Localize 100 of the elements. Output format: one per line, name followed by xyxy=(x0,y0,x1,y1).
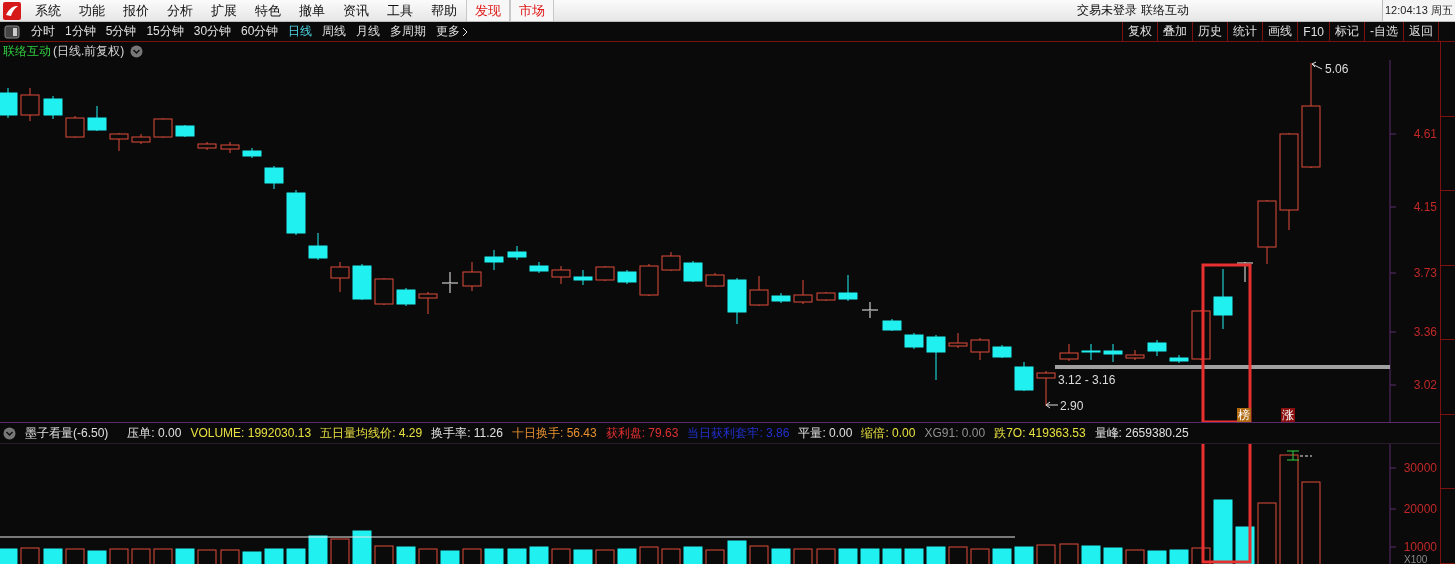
candlestick xyxy=(1103,343,1123,363)
candlestick xyxy=(705,272,725,288)
menu-item[interactable]: 功能 xyxy=(70,0,114,21)
candlestick xyxy=(43,95,63,120)
candlestick xyxy=(727,277,747,325)
volume-bar xyxy=(683,546,703,564)
indicator-value: 十日换手: 56.43 xyxy=(511,424,597,442)
volume-bar xyxy=(175,548,195,564)
indicator-value: VOLUME: 1992030.13 xyxy=(190,426,312,440)
toolbar-button[interactable]: -自选 xyxy=(1364,22,1403,41)
price-range-label: 3.12 - 3.16 xyxy=(1058,373,1116,387)
dropdown-icon[interactable] xyxy=(3,426,16,440)
menu-item[interactable]: 资讯 xyxy=(334,0,378,21)
volume-bar xyxy=(43,548,63,564)
period-tab[interactable]: 日线 xyxy=(283,23,318,40)
period-tab[interactable]: 周线 xyxy=(317,23,352,40)
candlestick xyxy=(175,124,195,138)
candlestick xyxy=(816,291,836,302)
volume-bar xyxy=(573,549,593,564)
candlestick xyxy=(441,271,459,294)
stock-name: 联络互动 xyxy=(3,42,51,60)
candlestick xyxy=(1236,261,1254,283)
candlestick xyxy=(529,261,549,274)
event-badge[interactable]: 涨 xyxy=(1281,408,1295,422)
menu-item[interactable]: 帮助 xyxy=(422,0,466,21)
menu-item[interactable]: 工具 xyxy=(378,0,422,21)
candlestick xyxy=(20,87,40,122)
event-badge[interactable]: 榜 xyxy=(1237,408,1251,422)
indicator-value: 平量: 0.00 xyxy=(798,424,853,442)
toolbar-button[interactable]: 标记 xyxy=(1329,22,1364,41)
volume-bar xyxy=(727,540,747,564)
price-axis-label: 4.15 xyxy=(1413,200,1437,214)
indicator-value: 当日获利套牢: 3.86 xyxy=(687,424,790,442)
peak-marker xyxy=(1286,450,1313,461)
volume-bar xyxy=(396,546,416,564)
volume-bar xyxy=(1147,550,1167,564)
menu-item[interactable]: 特色 xyxy=(246,0,290,21)
volume-bar xyxy=(352,530,372,564)
candlestick xyxy=(131,133,151,145)
candlestick xyxy=(286,189,306,236)
volume-bar xyxy=(904,548,924,564)
volume-unit-label: X100 xyxy=(1404,554,1428,564)
period-tab[interactable]: 1分钟 xyxy=(60,23,101,40)
toolbar-button[interactable]: 历史 xyxy=(1192,22,1228,41)
toolbar-button[interactable]: 返回 xyxy=(1403,22,1438,41)
candlestick xyxy=(109,132,129,152)
candlestick xyxy=(1213,268,1233,330)
app-logo-icon[interactable] xyxy=(2,1,22,21)
menu-item[interactable]: 撤单 xyxy=(290,0,334,21)
candlestick xyxy=(573,269,593,286)
volume-bar xyxy=(87,550,107,564)
indicator-value: 换手率: 11.26 xyxy=(431,424,503,442)
candlestick xyxy=(639,263,659,297)
menu-item[interactable]: 分析 xyxy=(158,0,202,21)
more-button[interactable]: 更多 xyxy=(431,23,474,40)
period-tab[interactable]: 分时 xyxy=(26,23,60,40)
menu-item[interactable]: 扩展 xyxy=(202,0,246,21)
indicator-value: XG91: 0.00 xyxy=(924,426,986,440)
volume-axis-label: 20000 xyxy=(1403,502,1437,516)
candlestick xyxy=(595,265,615,282)
candlestick xyxy=(1081,343,1101,361)
period-tab[interactable]: 30分钟 xyxy=(188,23,237,40)
volume-bar xyxy=(286,548,306,564)
candlestick xyxy=(1169,354,1189,364)
period-tab[interactable]: 月线 xyxy=(351,23,386,40)
indicator-value: 压单: 0.00 xyxy=(127,424,182,442)
candlestick xyxy=(838,274,858,302)
menu-item[interactable]: 系统 xyxy=(26,0,70,21)
status-text: 交易未登录 联络互动 xyxy=(1077,2,1189,19)
toolbar-button[interactable]: 统计 xyxy=(1227,22,1263,41)
volume-bar xyxy=(1014,546,1034,564)
volume-bar xyxy=(771,548,791,564)
candlestick xyxy=(992,344,1012,359)
candlestick xyxy=(484,249,504,271)
period-tab[interactable]: 5分钟 xyxy=(100,23,142,40)
panel-toggle-icon[interactable] xyxy=(4,24,20,39)
volume-bar xyxy=(992,548,1012,564)
period-tab[interactable]: 多周期 xyxy=(385,23,432,40)
candlestick xyxy=(1014,361,1034,392)
menu-item[interactable]: 市场 xyxy=(510,0,554,21)
indicator-name: 墨子看量(-6.50) xyxy=(25,424,109,442)
indicator-value: 量峰: 2659380.25 xyxy=(1094,424,1189,442)
toolbar-button[interactable]: F10 xyxy=(1297,22,1329,41)
candlestick xyxy=(462,261,482,292)
toolbar-button[interactable]: 复权 xyxy=(1122,22,1158,41)
menu-item[interactable]: 报价 xyxy=(114,0,158,21)
price-axis-label: 3.02 xyxy=(1413,378,1437,392)
candlestick xyxy=(970,337,990,361)
volume-bar xyxy=(617,548,637,564)
period-tab[interactable]: 60分钟 xyxy=(236,23,284,40)
menu-item[interactable]: 发现 xyxy=(466,0,510,21)
dropdown-icon[interactable] xyxy=(130,44,144,58)
volume-bar xyxy=(860,548,880,564)
period-tab[interactable]: 15分钟 xyxy=(141,23,189,40)
volume-bar xyxy=(1081,545,1101,564)
toolbar-button[interactable]: 画线 xyxy=(1262,22,1298,41)
candlestick xyxy=(87,105,107,132)
candlestick xyxy=(551,265,571,285)
toolbar-button[interactable]: 叠加 xyxy=(1157,22,1193,41)
candlestick xyxy=(948,332,968,349)
